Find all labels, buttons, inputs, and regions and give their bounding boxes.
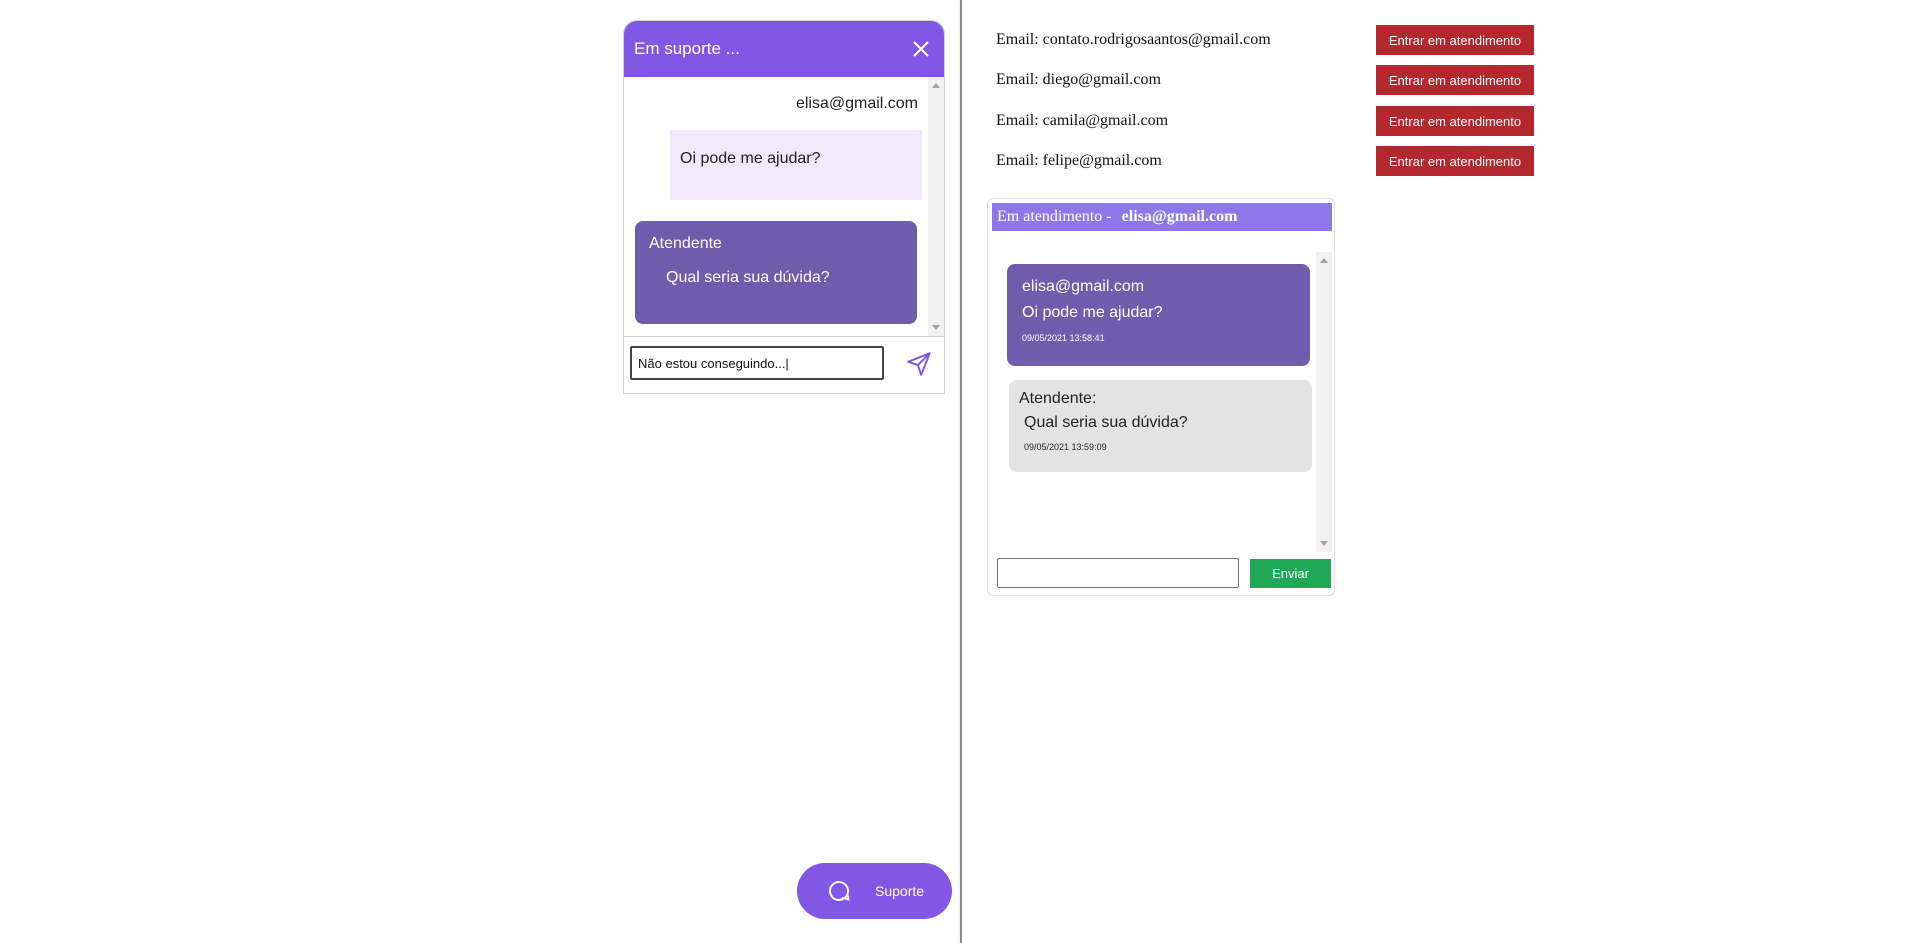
enter-attendance-button[interactable]: Entrar em atendimento bbox=[1376, 106, 1534, 136]
enter-attendance-button[interactable]: Entrar em atendimento bbox=[1376, 25, 1534, 55]
scroll-down-icon[interactable] bbox=[1320, 541, 1328, 546]
scroll-thumb[interactable] bbox=[931, 93, 941, 318]
scroll-up-icon[interactable] bbox=[1320, 258, 1328, 263]
attendant-window: Email: contato.rodrigosaantos@gmail.com … bbox=[962, 0, 1915, 943]
attendance-scrollbar[interactable] bbox=[1316, 252, 1332, 552]
client-message-text: Oi pode me ajudar? bbox=[1022, 304, 1163, 321]
chat-bubble-icon bbox=[827, 879, 851, 903]
chat-scrollbar[interactable] bbox=[928, 77, 944, 336]
agent-message-label: Atendente: bbox=[1019, 390, 1097, 407]
support-chat-widget: Em suporte ... elisa@gmail.com Oi pode m… bbox=[623, 20, 945, 394]
agent-message-text: Qual seria sua dúvida? bbox=[666, 269, 830, 286]
user-message-bubble: Oi pode me ajudar? bbox=[670, 130, 922, 200]
send-icon[interactable] bbox=[906, 351, 934, 379]
attendance-header: Em atendimento - elisa@gmail.com bbox=[992, 203, 1332, 231]
attendance-header-email: elisa@gmail.com bbox=[1121, 208, 1238, 225]
enter-attendance-button[interactable]: Entrar em atendimento bbox=[1376, 65, 1534, 95]
client-email: Email: camila@gmail.com bbox=[996, 112, 1169, 129]
client-email: Email: diego@gmail.com bbox=[996, 71, 1161, 88]
support-button-label: Suporte bbox=[875, 883, 925, 899]
user-email: elisa@gmail.com bbox=[795, 95, 918, 112]
support-button[interactable]: Suporte bbox=[797, 863, 952, 919]
send-button[interactable]: Enviar bbox=[1250, 559, 1331, 588]
client-message-time: 09/05/2021 13:58:41 bbox=[1022, 333, 1105, 343]
agent-name: Atendente bbox=[649, 235, 722, 252]
scroll-up-icon[interactable] bbox=[932, 83, 940, 88]
message-list: elisa@gmail.com Oi pode me ajudar? Atend… bbox=[624, 77, 926, 336]
attendance-panel: Em atendimento - elisa@gmail.com elisa@g… bbox=[987, 198, 1335, 596]
attendance-message-input[interactable] bbox=[997, 558, 1239, 588]
attendance-header-prefix: Em atendimento - bbox=[997, 208, 1112, 225]
customer-window: Em suporte ... elisa@gmail.com Oi pode m… bbox=[0, 0, 960, 943]
chat-footer bbox=[624, 337, 944, 393]
agent-message-text: Qual seria sua dúvida? bbox=[1024, 414, 1188, 431]
agent-message-bubble: Atendente Qual seria sua dúvida? bbox=[635, 221, 917, 324]
attendance-messages: elisa@gmail.com Oi pode me ajudar? 09/05… bbox=[992, 252, 1332, 552]
agent-message-time: 09/05/2021 13:59:09 bbox=[1024, 442, 1107, 452]
chat-message-input[interactable] bbox=[630, 346, 884, 380]
enter-attendance-button[interactable]: Entrar em atendimento bbox=[1376, 146, 1534, 176]
chat-header: Em suporte ... bbox=[624, 21, 944, 77]
chat-title: Em suporte ... bbox=[634, 39, 740, 58]
client-message-bubble: elisa@gmail.com Oi pode me ajudar? 09/05… bbox=[1007, 264, 1310, 366]
user-message-text: Oi pode me ajudar? bbox=[680, 150, 821, 167]
client-message-email: elisa@gmail.com bbox=[1022, 278, 1145, 295]
chat-messages: elisa@gmail.com Oi pode me ajudar? Atend… bbox=[624, 77, 944, 337]
client-email: Email: contato.rodrigosaantos@gmail.com bbox=[996, 31, 1271, 48]
client-email: Email: felipe@gmail.com bbox=[996, 152, 1162, 169]
close-icon[interactable] bbox=[908, 36, 934, 62]
agent-message-bubble: Atendente: Qual seria sua dúvida? 09/05/… bbox=[1009, 380, 1312, 472]
scroll-down-icon[interactable] bbox=[932, 325, 940, 330]
